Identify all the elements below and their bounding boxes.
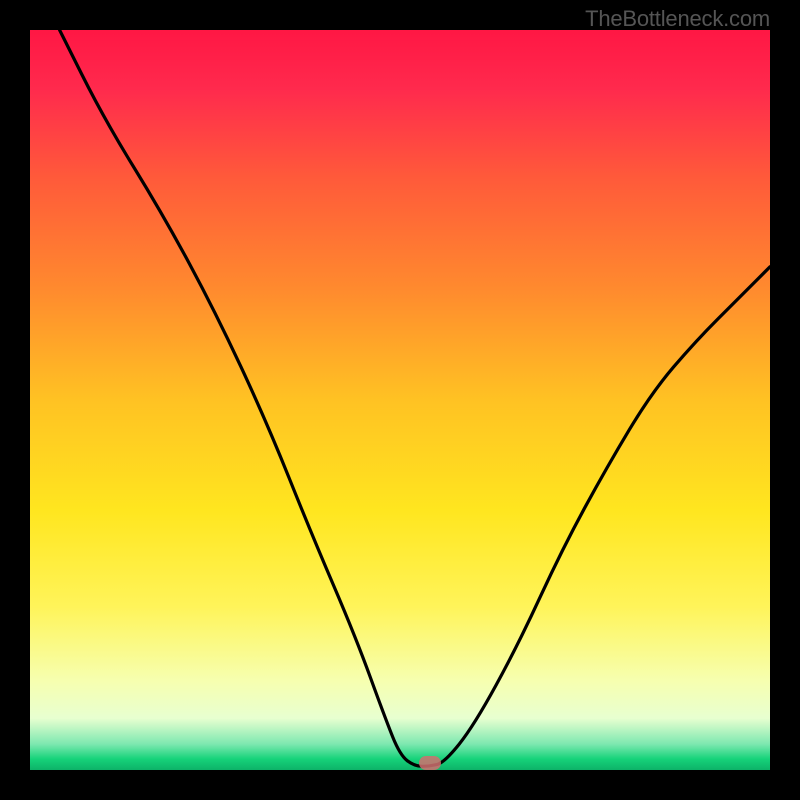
watermark-text: TheBottleneck.com [585, 6, 770, 32]
chart-frame: TheBottleneck.com [0, 0, 800, 800]
bottleneck-curve [30, 30, 770, 770]
optimum-marker [419, 756, 441, 770]
plot-area [30, 30, 770, 770]
